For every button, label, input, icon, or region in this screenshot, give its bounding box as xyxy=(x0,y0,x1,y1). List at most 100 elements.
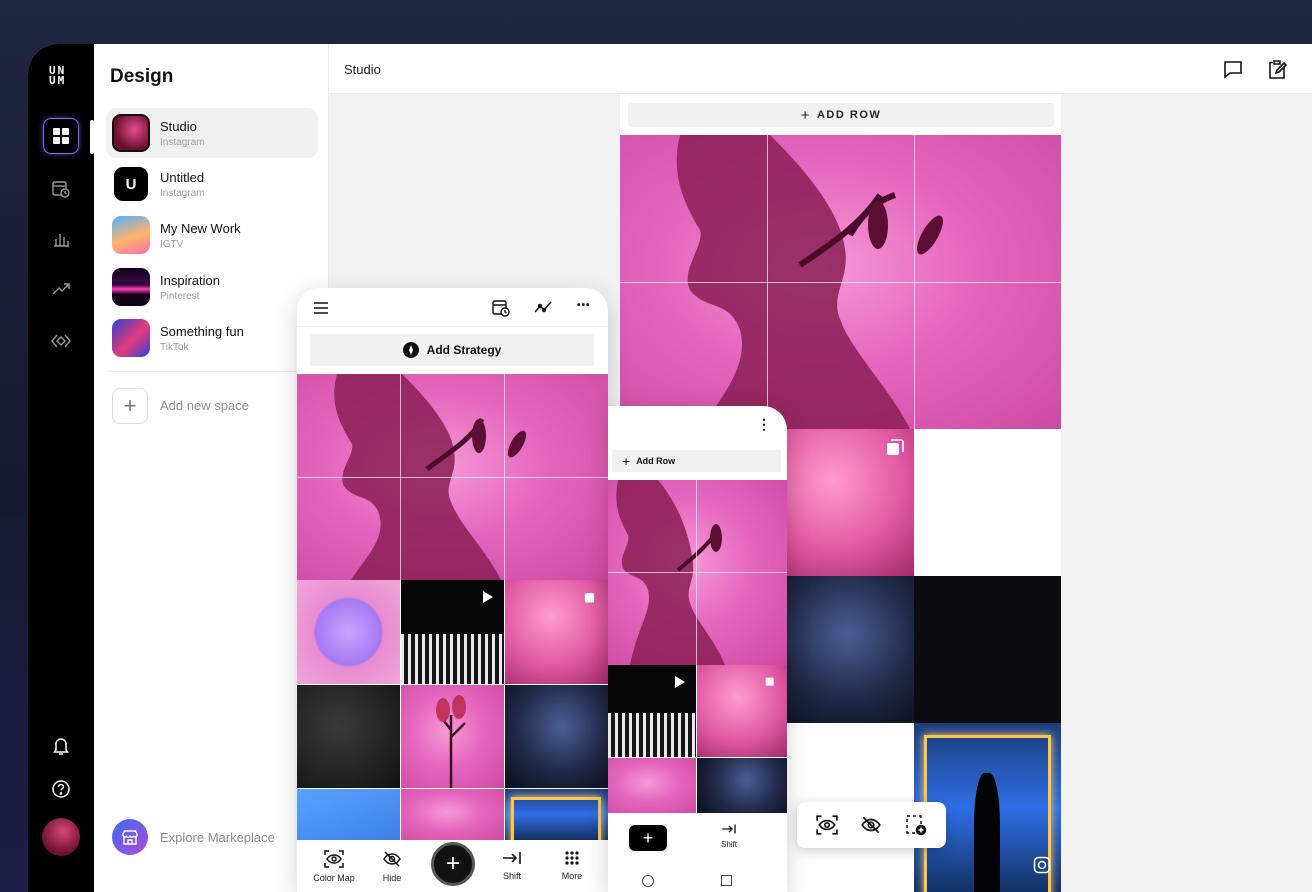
comment-icon xyxy=(1224,61,1242,79)
marketplace-label[interactable]: Explore Markeplace xyxy=(160,830,275,845)
space-thumbnail xyxy=(112,114,150,152)
phone-b-tile-hero[interactable] xyxy=(608,480,787,665)
link-diamond-icon xyxy=(51,334,71,348)
help-icon xyxy=(52,780,70,798)
hide-button[interactable]: Hide xyxy=(367,850,417,883)
edit-notes-button[interactable] xyxy=(1266,58,1290,82)
eye-off-icon[interactable] xyxy=(860,815,882,835)
calendar-clock-icon[interactable] xyxy=(491,298,511,318)
eye-scan-icon xyxy=(324,850,344,868)
more-button[interactable]: More xyxy=(547,850,597,881)
nav-rail: UN UM xyxy=(28,44,94,892)
phone-a-tile-silhouette[interactable] xyxy=(505,789,608,840)
grid-tile-hero[interactable] xyxy=(620,135,1061,429)
shift-right-icon xyxy=(503,852,521,864)
calendar-clock-icon xyxy=(52,181,70,198)
add-strategy-button[interactable]: Add Strategy xyxy=(310,334,594,366)
add-space-label[interactable]: Add new space xyxy=(160,398,249,413)
add-post-button[interactable]: + xyxy=(431,842,475,886)
space-platform: Instagram xyxy=(160,188,205,199)
phone-b-tile-projection[interactable] xyxy=(697,758,787,813)
space-platform: TikTok xyxy=(160,342,189,353)
phone-a-header: ••• xyxy=(297,288,608,327)
eye-scan-icon[interactable] xyxy=(816,815,838,835)
space-platform: Instagram xyxy=(160,137,205,148)
clipboard-edit-icon xyxy=(1269,60,1288,79)
phone-a-tile-projection[interactable] xyxy=(505,685,608,788)
phone-home-button[interactable] xyxy=(642,875,654,887)
space-item-my-new-work[interactable]: My New Work IGTV xyxy=(106,210,318,260)
add-strategy-label: Add Strategy xyxy=(426,343,502,357)
add-row-label: Add Row xyxy=(636,456,676,466)
video-play-icon xyxy=(483,591,493,603)
space-item-studio[interactable]: Studio Instagram xyxy=(106,108,318,158)
plus-icon: + xyxy=(622,453,631,469)
phone-a-tile-hero[interactable] xyxy=(297,374,608,580)
floating-toolbar xyxy=(797,802,946,848)
phone-mockup-small: ⋮ + Add Row + Shift xyxy=(608,406,787,892)
grid-tile-portrait[interactable] xyxy=(767,429,914,576)
studio-canvas: + ADD ROW ••• Add Strategy Color Map Hid… xyxy=(297,94,1312,892)
menu-icon[interactable] xyxy=(313,301,329,315)
rail-analytics-button[interactable] xyxy=(43,221,79,257)
add-space-button[interactable]: + xyxy=(112,388,148,424)
rail-trends-button[interactable] xyxy=(43,271,79,307)
rail-notifications-button[interactable] xyxy=(43,728,79,764)
shift-button[interactable]: Shift xyxy=(487,850,537,881)
phone-b-tile-flower[interactable] xyxy=(608,758,696,813)
video-play-icon xyxy=(675,676,685,688)
grid-tile-dark[interactable] xyxy=(914,576,1061,723)
phone-b-tile-video[interactable] xyxy=(608,665,696,757)
more-options-button[interactable]: ••• xyxy=(577,300,591,311)
space-name: Studio xyxy=(160,119,197,134)
space-thumbnail: U xyxy=(114,167,148,201)
phone-b-bottom-bar: + Shift xyxy=(608,813,787,892)
comments-button[interactable] xyxy=(1222,58,1246,82)
phone-a-tile-mirror[interactable] xyxy=(297,580,400,684)
trend-icon xyxy=(52,283,70,295)
phone-b-shift-button[interactable]: Shift xyxy=(714,823,744,849)
plus-icon: + xyxy=(123,393,137,418)
phone-a-bottom-bar: Color Map Hide + Shift More xyxy=(297,840,608,892)
phone-a-tile-flower[interactable] xyxy=(401,685,504,788)
phone-a-tile-portrait[interactable] xyxy=(505,580,608,684)
marketplace-button[interactable] xyxy=(112,819,148,855)
top-bar: Studio xyxy=(329,44,1312,94)
phone-recents-button[interactable] xyxy=(721,875,732,886)
select-add-icon[interactable] xyxy=(905,814,927,836)
carousel-icon xyxy=(887,439,904,455)
space-thumbnail xyxy=(112,268,150,306)
space-item-something-fun[interactable]: Something fun TikTok xyxy=(106,313,318,363)
add-row-label: ADD ROW xyxy=(816,109,882,121)
phone-a-tile-light-face[interactable] xyxy=(297,685,400,788)
phone-a-tile-hand[interactable] xyxy=(401,789,504,840)
rail-help-button[interactable] xyxy=(43,771,79,807)
dots-grid-icon xyxy=(565,851,579,865)
shift-right-icon xyxy=(722,824,736,834)
add-row-button[interactable]: + ADD ROW xyxy=(628,103,1054,127)
phone-b-add-button[interactable]: + xyxy=(629,825,667,851)
space-thumbnail xyxy=(112,216,150,254)
grid-icon xyxy=(53,128,69,144)
flower-photo xyxy=(436,695,466,788)
app-window: UN UM Design Studio Instagram U Untitled… xyxy=(28,44,1312,892)
phone-a-tile-video[interactable] xyxy=(401,580,504,684)
space-item-untitled[interactable]: U Untitled Instagram xyxy=(106,159,318,209)
rail-grid-button[interactable] xyxy=(43,118,79,154)
brand-logo[interactable]: UN UM xyxy=(49,65,66,86)
phone-b-add-row-button[interactable]: + Add Row xyxy=(612,450,781,472)
space-item-inspiration[interactable]: Inspiration Pinterest xyxy=(106,262,318,312)
phone-b-tile-portrait[interactable] xyxy=(697,665,787,757)
phone-a-tile-sky[interactable] xyxy=(297,789,400,840)
rail-schedule-button[interactable] xyxy=(43,171,79,207)
user-avatar[interactable] xyxy=(42,818,80,856)
space-name: My New Work xyxy=(160,221,241,236)
color-map-button[interactable]: Color Map xyxy=(309,850,359,883)
space-thumbnail xyxy=(112,319,150,357)
rail-links-button[interactable] xyxy=(43,323,79,359)
space-name: Untitled xyxy=(160,170,205,185)
instagram-icon xyxy=(1033,856,1051,874)
trend-graph-icon[interactable] xyxy=(533,299,553,315)
grid-tile-projection[interactable] xyxy=(767,576,914,723)
phone-b-menu-button[interactable]: ⋮ xyxy=(757,416,771,433)
